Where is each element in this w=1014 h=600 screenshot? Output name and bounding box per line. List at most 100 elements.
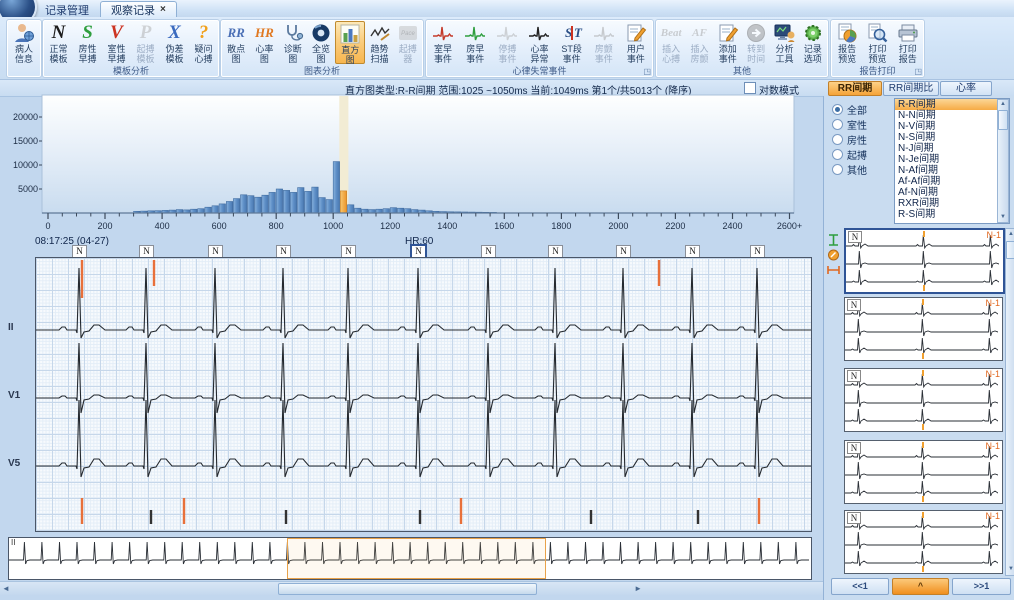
tab-record-management[interactable]: 记录管理 bbox=[34, 1, 100, 17]
interval-filter-radio-1[interactable]: 室性 bbox=[832, 117, 867, 132]
scatter-plot-icon: RR bbox=[227, 25, 244, 41]
beat-snippet-1[interactable]: N N-1 bbox=[844, 297, 1003, 361]
interval-list-item[interactable]: RXR间期 bbox=[895, 198, 1009, 209]
ecg-trace-V1 bbox=[36, 343, 811, 413]
overview-selection-window[interactable] bbox=[287, 538, 546, 579]
overview-plot-button[interactable]: 全览图 bbox=[307, 21, 335, 64]
caliper-vertical-icon[interactable] bbox=[827, 234, 840, 246]
heart-rate-plot-button[interactable]: HR 心率图 bbox=[250, 21, 278, 64]
pause-event-button: 停搏事件 bbox=[491, 21, 523, 64]
histogram-label: 直方图 bbox=[340, 45, 361, 65]
interval-type-list[interactable]: R-R间期N-N间期N-V间期N-S间期N-J间期N-Je间期N-Af间期Af-… bbox=[894, 98, 1010, 224]
interval-tab-0[interactable]: RR间期 bbox=[828, 81, 882, 96]
pac-event-button[interactable]: 房早事件 bbox=[459, 21, 491, 64]
ecg-grid[interactable] bbox=[35, 257, 812, 532]
analysis-tools-button[interactable]: 分析工具 bbox=[770, 21, 798, 64]
interval-list-item[interactable]: N-J间期 bbox=[895, 143, 1009, 154]
next-page-button[interactable]: >>1 bbox=[952, 578, 1011, 595]
svg-text:600: 600 bbox=[212, 221, 227, 231]
scroll-up-icon[interactable]: ▲ bbox=[1006, 230, 1014, 239]
svg-text:20000: 20000 bbox=[13, 112, 38, 122]
horizontal-scrollbar[interactable]: ◄ ► bbox=[0, 581, 830, 595]
beat-snippet-4[interactable]: N N-1 bbox=[844, 510, 1003, 574]
goto-time-label: 转到时间 bbox=[746, 44, 767, 64]
patient-info-label: 病人信息 bbox=[14, 44, 35, 64]
print-preview-icon bbox=[866, 22, 888, 44]
svg-text:1200: 1200 bbox=[380, 221, 400, 231]
report-preview-button[interactable]: 报告预览 bbox=[832, 21, 862, 64]
scroll-up-icon[interactable]: ▲ bbox=[998, 100, 1008, 109]
interval-list-item[interactable]: N-Af间期 bbox=[895, 165, 1009, 176]
ribbon-group-title: 其他 bbox=[656, 65, 828, 77]
dialog-launcher-icon[interactable]: ◳ bbox=[643, 67, 651, 76]
title-bar: 记录管理观察记录× bbox=[0, 0, 1014, 18]
tab-observe-record[interactable]: 观察记录× bbox=[100, 1, 177, 17]
prev-page-button[interactable]: <<1 bbox=[831, 578, 889, 595]
insert-beat-icon: Beat bbox=[661, 27, 682, 39]
print-report-button[interactable]: 打印报告 bbox=[893, 21, 923, 64]
interval-filter-radio-4[interactable]: 其他 bbox=[832, 162, 867, 177]
questionable-beat-button[interactable]: ? 疑问心搏 bbox=[189, 21, 218, 64]
rr-histogram[interactable]: 0200400600800100012001400160018002000220… bbox=[0, 93, 822, 235]
artifact-template-button[interactable]: X 伪差模板 bbox=[160, 21, 189, 64]
interval-filter-radio-2[interactable]: 房性 bbox=[832, 132, 867, 147]
trend-scan-button[interactable]: 趋势扫描 bbox=[365, 21, 393, 64]
scroll-right-icon[interactable]: ► bbox=[634, 584, 642, 593]
svg-text:800: 800 bbox=[269, 221, 284, 231]
histogram-button[interactable]: 直方图 bbox=[335, 21, 365, 64]
add-event-button[interactable]: 添加事件 bbox=[714, 21, 742, 64]
edit-circle-icon[interactable] bbox=[827, 249, 840, 261]
overview-strip[interactable]: II bbox=[8, 537, 812, 580]
interval-list-item[interactable]: Af-Af间期 bbox=[895, 176, 1009, 187]
interval-filter-radio-0[interactable]: 全部 bbox=[832, 102, 867, 117]
patient-info-button[interactable]: 病人信息 bbox=[8, 21, 40, 51]
snippet-beat-label: N bbox=[847, 299, 861, 311]
st-event-icon: ST bbox=[561, 22, 583, 44]
scroll-down-icon[interactable]: ▼ bbox=[998, 213, 1008, 222]
ventricular-premature-template-button[interactable]: V 室性早搏 bbox=[102, 21, 131, 64]
st-event-button[interactable]: ST ST段事件 bbox=[556, 21, 588, 64]
tab-close-icon[interactable]: × bbox=[160, 5, 166, 15]
interval-list-item[interactable]: N-V间期 bbox=[895, 121, 1009, 132]
caliper-horizontal-icon[interactable] bbox=[827, 264, 840, 276]
interval-list-item[interactable]: R-R间期 bbox=[895, 99, 1009, 110]
record-options-icon bbox=[802, 22, 824, 44]
record-options-label: 记录选项 bbox=[802, 44, 823, 64]
dialog-launcher-icon[interactable]: ◳ bbox=[914, 67, 922, 76]
interval-list-item[interactable]: N-Je间期 bbox=[895, 154, 1009, 165]
scroll-down-icon[interactable]: ▼ bbox=[1006, 565, 1014, 574]
heart-rate-plot-icon: HR bbox=[255, 25, 274, 41]
interval-filter-radio-3[interactable]: 起搏 bbox=[832, 147, 867, 162]
ribbon-group-title: 报告打印 bbox=[831, 65, 924, 77]
interval-tab-2[interactable]: 心率 bbox=[940, 81, 992, 96]
snippet-ref-label: N-1 bbox=[985, 298, 1000, 308]
hr-abnormal-event-label: 心率异常 bbox=[529, 44, 550, 64]
pvc-event-label: 室早事件 bbox=[433, 44, 454, 64]
beat-snippet-2[interactable]: N N-1 bbox=[844, 368, 1003, 432]
interval-list-item[interactable]: R-S间期 bbox=[895, 209, 1009, 220]
scroll-left-icon[interactable]: ◄ bbox=[2, 584, 10, 593]
interval-list-item[interactable]: Af-N间期 bbox=[895, 187, 1009, 198]
hr-abnormal-event-button[interactable]: 心率异常 bbox=[523, 21, 555, 64]
user-event-button[interactable]: 用户事件 bbox=[620, 21, 652, 64]
atrial-premature-template-button[interactable]: S 房性早搏 bbox=[73, 21, 102, 64]
svg-text:1000: 1000 bbox=[323, 221, 343, 231]
svg-text:2000: 2000 bbox=[608, 221, 628, 231]
snippet-scrollbar[interactable]: ▲ ▼ bbox=[1005, 228, 1014, 576]
ecg-trace-II bbox=[36, 268, 811, 338]
interval-list-item[interactable]: N-S间期 bbox=[895, 132, 1009, 143]
scrollbar-thumb[interactable] bbox=[278, 583, 537, 595]
diagnosis-plot-button[interactable]: 诊断图 bbox=[279, 21, 307, 64]
beat-snippet-3[interactable]: N N-1 bbox=[844, 440, 1003, 504]
pvc-event-button[interactable]: 室早事件 bbox=[427, 21, 459, 64]
beat-snippet-0[interactable]: N N-1 bbox=[844, 228, 1005, 294]
print-preview-button[interactable]: 打印预览 bbox=[862, 21, 892, 64]
list-scrollbar[interactable]: ▲ ▼ bbox=[997, 99, 1009, 223]
interval-tab-1[interactable]: RR间期比 bbox=[883, 81, 939, 96]
record-options-button[interactable]: 记录选项 bbox=[799, 21, 827, 64]
current-page-button[interactable]: ^ bbox=[892, 578, 949, 595]
af-event-button: 房颤事件 bbox=[588, 21, 620, 64]
interval-list-item[interactable]: N-N间期 bbox=[895, 110, 1009, 121]
scatter-plot-button[interactable]: RR 散点图 bbox=[222, 21, 250, 64]
normal-template-button[interactable]: N 正常模板 bbox=[44, 21, 73, 64]
